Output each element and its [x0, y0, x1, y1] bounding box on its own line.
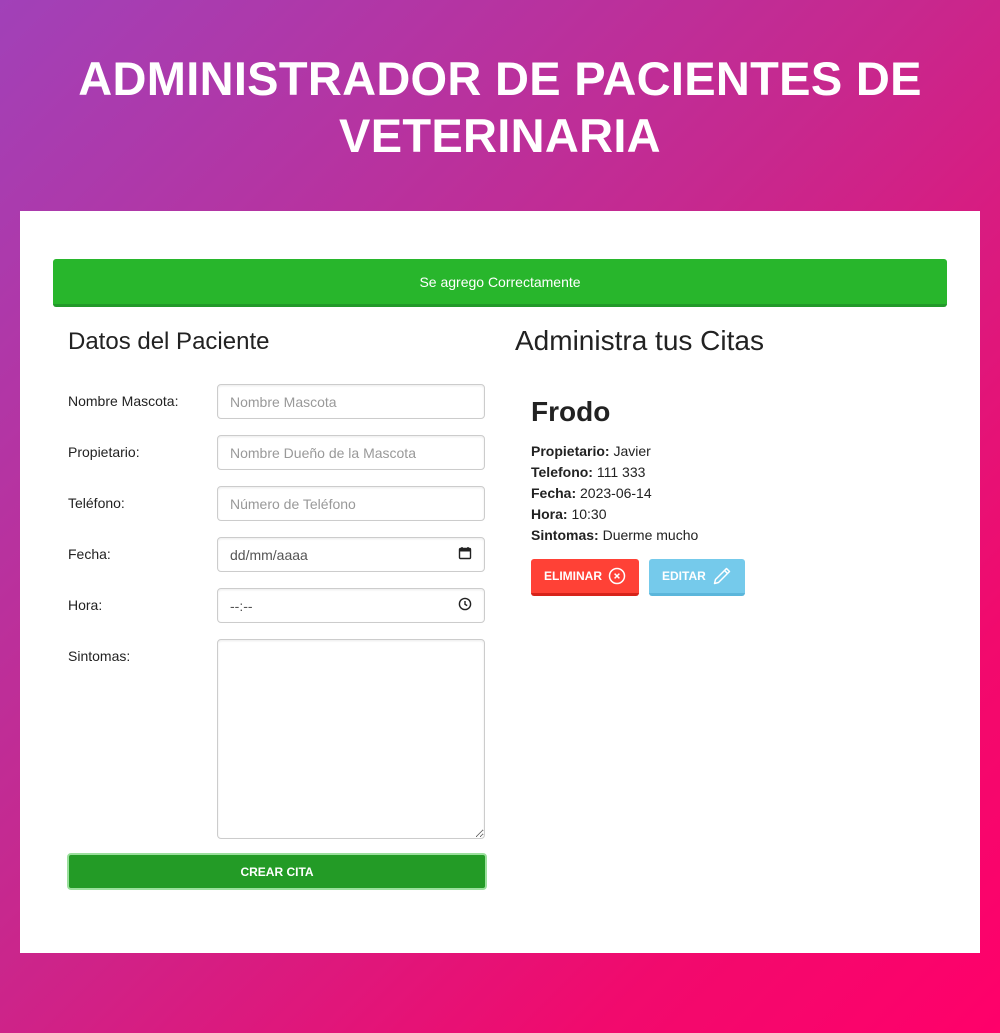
eliminar-button[interactable]: ELIMINAR — [531, 559, 639, 596]
cita-sintomas: Sintomas: Duerme mucho — [531, 525, 931, 546]
citas-title: Administra tus Citas — [515, 325, 764, 356]
fecha-input[interactable]: dd/mm/aaaa — [217, 537, 485, 572]
form-title: Datos del Paciente — [68, 328, 270, 355]
calendar-icon[interactable] — [458, 546, 472, 563]
cita-telefono: Telefono: 111 333 — [531, 462, 931, 483]
cita-fecha-value: 2023-06-14 — [580, 485, 652, 501]
hora-placeholder: --:-- — [230, 597, 253, 614]
nombre-mascota-input[interactable] — [217, 384, 485, 419]
clock-icon[interactable] — [458, 597, 472, 614]
success-alert: Se agrego Correctamente — [53, 259, 947, 307]
cita-hora-label: Hora: — [531, 506, 568, 522]
sintomas-textarea[interactable] — [217, 639, 485, 839]
page-title: ADMINISTRADOR DE PACIENTES DE VETERINARI… — [0, 50, 1000, 164]
eliminar-label: ELIMINAR — [544, 569, 602, 583]
page-title-line-2: VETERINARIA — [339, 109, 661, 162]
pencil-icon — [712, 566, 732, 586]
cita-hora: Hora: 10:30 — [531, 504, 931, 525]
editar-button[interactable]: EDITAR — [649, 559, 745, 596]
cita-mascota: Frodo — [531, 396, 611, 427]
cita-sintomas-value: Duerme mucho — [602, 527, 699, 543]
label-fecha: Fecha: — [68, 546, 111, 562]
crear-cita-button[interactable]: CREAR CITA — [67, 853, 487, 890]
main-panel: Se agrego Correctamente Datos del Pacien… — [20, 211, 980, 953]
cita-card: Frodo Propietario: Javier Telefono: 111 … — [531, 396, 931, 596]
cita-propietario-label: Propietario: — [531, 443, 610, 459]
cita-hora-value: 10:30 — [571, 506, 607, 522]
cita-fecha: Fecha: 2023-06-14 — [531, 483, 931, 504]
editar-label: EDITAR — [662, 569, 706, 583]
cita-telefono-label: Telefono: — [531, 464, 593, 480]
hora-input[interactable]: --:-- — [217, 588, 485, 623]
label-nombre-mascota: Nombre Mascota: — [68, 393, 179, 409]
x-circle-icon — [608, 567, 626, 585]
cita-actions: ELIMINAR EDITAR — [531, 559, 931, 596]
fecha-placeholder: dd/mm/aaaa — [230, 546, 308, 563]
cita-propietario: Propietario: Javier — [531, 441, 931, 462]
cita-telefono-value: 111 333 — [596, 464, 646, 480]
label-propietario: Propietario: — [68, 444, 140, 460]
cita-propietario-value: Javier — [613, 443, 651, 459]
cita-fecha-label: Fecha: — [531, 485, 577, 501]
telefono-input[interactable] — [217, 486, 485, 521]
propietario-input[interactable] — [217, 435, 485, 470]
page-title-line-1: ADMINISTRADOR DE PACIENTES DE — [78, 52, 922, 105]
cita-sintomas-label: Sintomas: — [531, 527, 599, 543]
label-hora: Hora: — [68, 597, 103, 613]
label-sintomas: Sintomas: — [68, 648, 131, 664]
label-telefono: Teléfono: — [68, 495, 125, 511]
